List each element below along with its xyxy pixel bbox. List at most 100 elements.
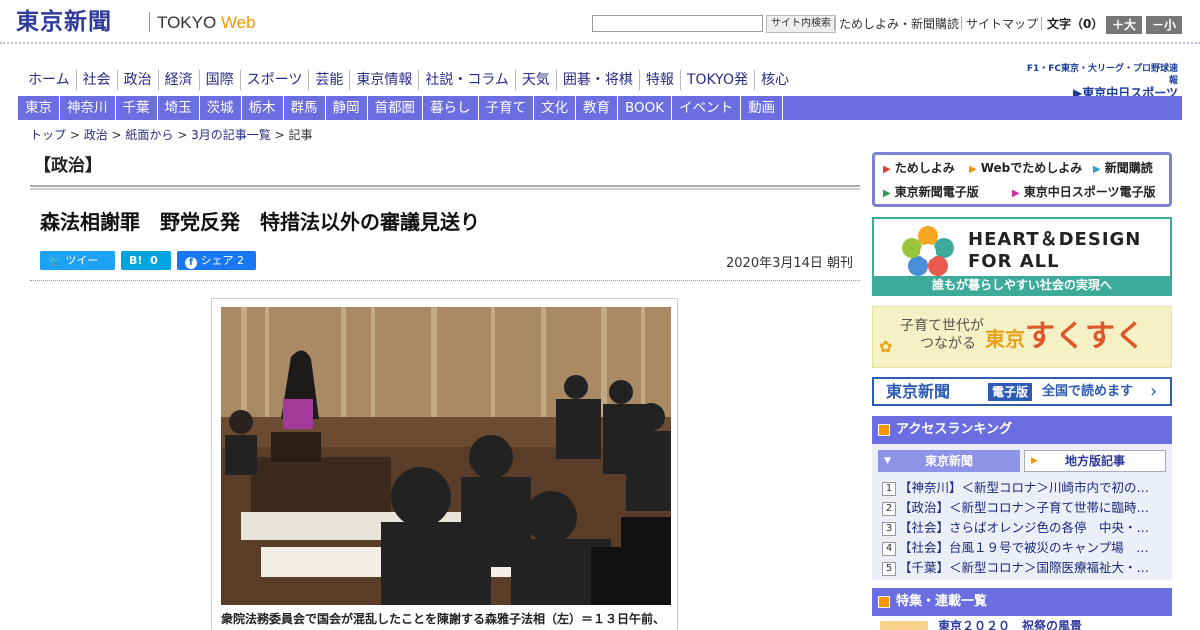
- region-item[interactable]: 千葉: [116, 96, 158, 120]
- main-nav: ホーム 社会 政治 経済 国際 スポーツ 芸能 東京情報 社説・コラム 天気 囲…: [22, 70, 795, 90]
- tweet-button[interactable]: 🐦 ツイート: [40, 251, 115, 286]
- promo-link-subscribe[interactable]: ▶ 新聞購読: [1093, 160, 1153, 178]
- nav-item[interactable]: 社会: [77, 70, 118, 90]
- sukusuku-tagline-line: 子育て世代が: [900, 318, 984, 334]
- promo-link-e-edition[interactable]: ▶ 東京新聞電子版: [883, 184, 979, 202]
- heart-title: HEART＆DESIGN FOR ALL: [968, 229, 1141, 273]
- ranking-number: 3: [882, 522, 896, 536]
- nav-item[interactable]: 芸能: [309, 70, 351, 90]
- sukusuku-title: 東京すくすく: [985, 319, 1145, 357]
- nav-item[interactable]: TOKYO発: [681, 70, 755, 90]
- nav-item[interactable]: 政治: [118, 70, 159, 90]
- tab-label: 東京新聞: [924, 454, 973, 468]
- ranking-number: 2: [882, 502, 896, 516]
- sukusuku-banner[interactable]: 子育て世代がつながる ✿ 東京すくすく: [872, 306, 1172, 368]
- feature-header: 特集・連載一覧: [872, 588, 1172, 616]
- article-photo[interactable]: [221, 307, 671, 605]
- region-nav: 東京 神奈川 千葉 埼玉 茨城 栃木 群馬 静岡 首都圏 暮らし 子育て 文化 …: [18, 96, 1182, 120]
- region-item[interactable]: イベント: [672, 96, 742, 120]
- font-larger-button[interactable]: ＋大: [1106, 16, 1142, 34]
- e-edition-banner[interactable]: 東京新聞 電子版 全国で読めます ›: [872, 377, 1172, 406]
- divider: [961, 17, 962, 30]
- region-item[interactable]: 動画: [741, 96, 784, 120]
- divider: [1041, 17, 1042, 30]
- nav-item[interactable]: 東京情報: [350, 70, 420, 90]
- logo-divider: [149, 12, 150, 32]
- ranking-item[interactable]: 3 【社会】さらばオレンジ色の各停 中央・…: [882, 519, 1162, 537]
- promo-label: 新聞購読: [1104, 161, 1153, 175]
- region-item[interactable]: 静岡: [326, 96, 368, 120]
- tab-local-articles[interactable]: ▶ 地方版記事: [1024, 450, 1166, 472]
- breadcrumb-link[interactable]: トップ: [30, 128, 66, 142]
- promo-link-chunichi-e-edition[interactable]: ▶ 東京中日スポーツ電子版: [1012, 184, 1155, 202]
- nav-item[interactable]: 天気: [516, 70, 557, 90]
- flower-icon: ✿: [879, 337, 893, 356]
- hatena-bookmark-button[interactable]: B! 0: [121, 251, 171, 270]
- region-item[interactable]: 埼玉: [158, 96, 200, 120]
- ranking-number: 4: [882, 542, 896, 556]
- region-item[interactable]: 栃木: [242, 96, 284, 120]
- nav-item[interactable]: 社説・コラム: [419, 70, 516, 90]
- ranking-item[interactable]: 5 【千葉】＜新型コロナ＞国際医療福祉大・…: [882, 559, 1162, 577]
- heart-title-line: HEART＆DESIGN: [968, 229, 1142, 250]
- sitemap-link[interactable]: サイトマップ: [966, 16, 1038, 32]
- font-smaller-button[interactable]: －小: [1146, 16, 1182, 34]
- chunichi-sports-link[interactable]: F1・FC東京・大リーグ・プロ野球速報 ▶東京中日スポーツ: [1026, 63, 1178, 99]
- tab-tokyo-shimbun[interactable]: ▼ 東京新聞: [878, 450, 1020, 472]
- region-item[interactable]: BOOK: [618, 96, 673, 120]
- article-rule: [30, 280, 860, 281]
- nav-item[interactable]: 国際: [200, 70, 241, 90]
- region-item[interactable]: 首都圏: [368, 96, 423, 120]
- sukusuku-title-main: すくすく: [1025, 319, 1145, 354]
- nav-item[interactable]: 囲碁・将棋: [557, 70, 640, 90]
- nav-item[interactable]: ホーム: [22, 70, 77, 90]
- nav-item[interactable]: 特報: [640, 70, 681, 90]
- region-item[interactable]: 神奈川: [60, 96, 116, 120]
- search-input[interactable]: [592, 15, 763, 32]
- breadcrumb-link[interactable]: 3月の記事一覧: [191, 128, 271, 142]
- triangle-right-icon: ▶: [1031, 456, 1038, 466]
- region-item[interactable]: 暮らし: [423, 96, 479, 120]
- breadcrumb-current: 記事: [288, 128, 313, 142]
- promo-link-web-trial[interactable]: ▶ Webでためしよみ: [969, 160, 1082, 178]
- site-logo-sub[interactable]: TOKYO Web: [157, 12, 256, 34]
- heart-design-banner[interactable]: HEART＆DESIGN FOR ALL 誰もが暮らしやすい社会の実現へ: [872, 217, 1172, 296]
- sukusuku-tagline-line: つながる: [920, 336, 976, 352]
- share-count: 2: [237, 254, 244, 267]
- region-item[interactable]: 教育: [576, 96, 618, 120]
- facebook-share-button[interactable]: f シェア 2: [177, 251, 256, 270]
- site-logo[interactable]: 東京新聞: [16, 8, 112, 36]
- site-header: 東京新聞 TOKYO Web サイト内検索 ためしよみ・新聞購読 サイトマップ …: [0, 0, 1200, 44]
- feature-item-title[interactable]: 東京２０２０ 祝祭の風景: [938, 619, 1082, 630]
- breadcrumb-link[interactable]: 紙面から: [125, 128, 173, 142]
- ranking-item[interactable]: 2 【政治】＜新型コロナ＞子育て世帯に臨時…: [882, 499, 1162, 517]
- trial-subscribe-link[interactable]: ためしよみ・新聞購読: [839, 16, 959, 32]
- promo-label: 東京新聞電子版: [894, 185, 979, 199]
- logo-sub-accent: Web: [220, 13, 256, 32]
- region-item[interactable]: 子育て: [479, 96, 534, 120]
- nav-item[interactable]: 経済: [159, 70, 200, 90]
- region-item[interactable]: 茨城: [200, 96, 242, 120]
- tab-label: 地方版記事: [1064, 454, 1125, 468]
- region-item[interactable]: 東京: [18, 96, 60, 120]
- ranking-item[interactable]: 1 【神奈川】＜新型コロナ＞川崎市内で初の…: [882, 479, 1162, 497]
- breadcrumb-link[interactable]: 政治: [84, 128, 108, 142]
- ranking-title: アクセスランキング: [896, 422, 1012, 437]
- ranking-text: 【社会】台風１９号で被災のキャンプ場 …: [899, 540, 1149, 555]
- ranking-item[interactable]: 4 【社会】台風１９号で被災のキャンプ場 …: [882, 539, 1162, 557]
- search-button[interactable]: サイト内検索: [766, 15, 836, 33]
- region-item[interactable]: 群馬: [284, 96, 326, 120]
- region-item[interactable]: 文化: [534, 96, 576, 120]
- nav-item[interactable]: 核心: [755, 70, 795, 90]
- sukusuku-title-prefix: 東京: [985, 327, 1025, 351]
- feature-thumbnail[interactable]: [880, 621, 928, 630]
- breadcrumb: トップ > 政治 > 紙面から > 3月の記事一覧 > 記事: [30, 128, 313, 142]
- article-photo-box: 衆院法務委員会で国会が混乱したことを陳謝する森雅子法相（左）＝１３日午前、: [211, 298, 678, 630]
- flower-logo-icon: [902, 226, 954, 276]
- sukusuku-tagline: 子育て世代がつながる: [900, 317, 984, 353]
- divider: [834, 17, 835, 30]
- triangle-icon: ▶: [1012, 188, 1020, 199]
- promo-link-trial[interactable]: ▶ ためしよみ: [883, 160, 955, 178]
- ranking-text: 【神奈川】＜新型コロナ＞川崎市内で初の…: [899, 480, 1150, 495]
- nav-item[interactable]: スポーツ: [241, 70, 310, 90]
